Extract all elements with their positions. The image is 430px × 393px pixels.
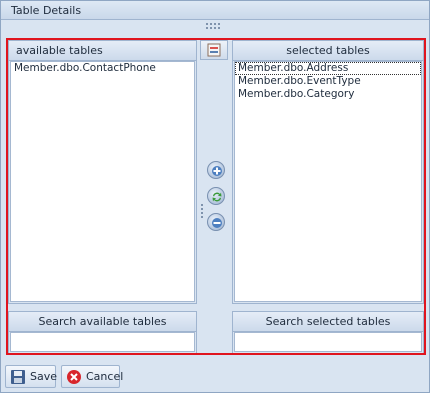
highlight-border <box>6 38 426 355</box>
splitter-grip-icon[interactable] <box>206 23 222 31</box>
save-button[interactable]: Save <box>5 365 58 388</box>
window-title: Table Details <box>11 4 82 17</box>
cancel-button[interactable]: Cancel <box>61 365 124 388</box>
bottom-toolbar: Save Cancel <box>0 362 430 393</box>
window-title-bar: Table Details <box>0 0 430 20</box>
cancel-x-icon <box>67 370 81 384</box>
cancel-label: Cancel <box>86 370 124 383</box>
floppy-disk-icon <box>11 370 25 384</box>
save-label: Save <box>30 370 58 383</box>
